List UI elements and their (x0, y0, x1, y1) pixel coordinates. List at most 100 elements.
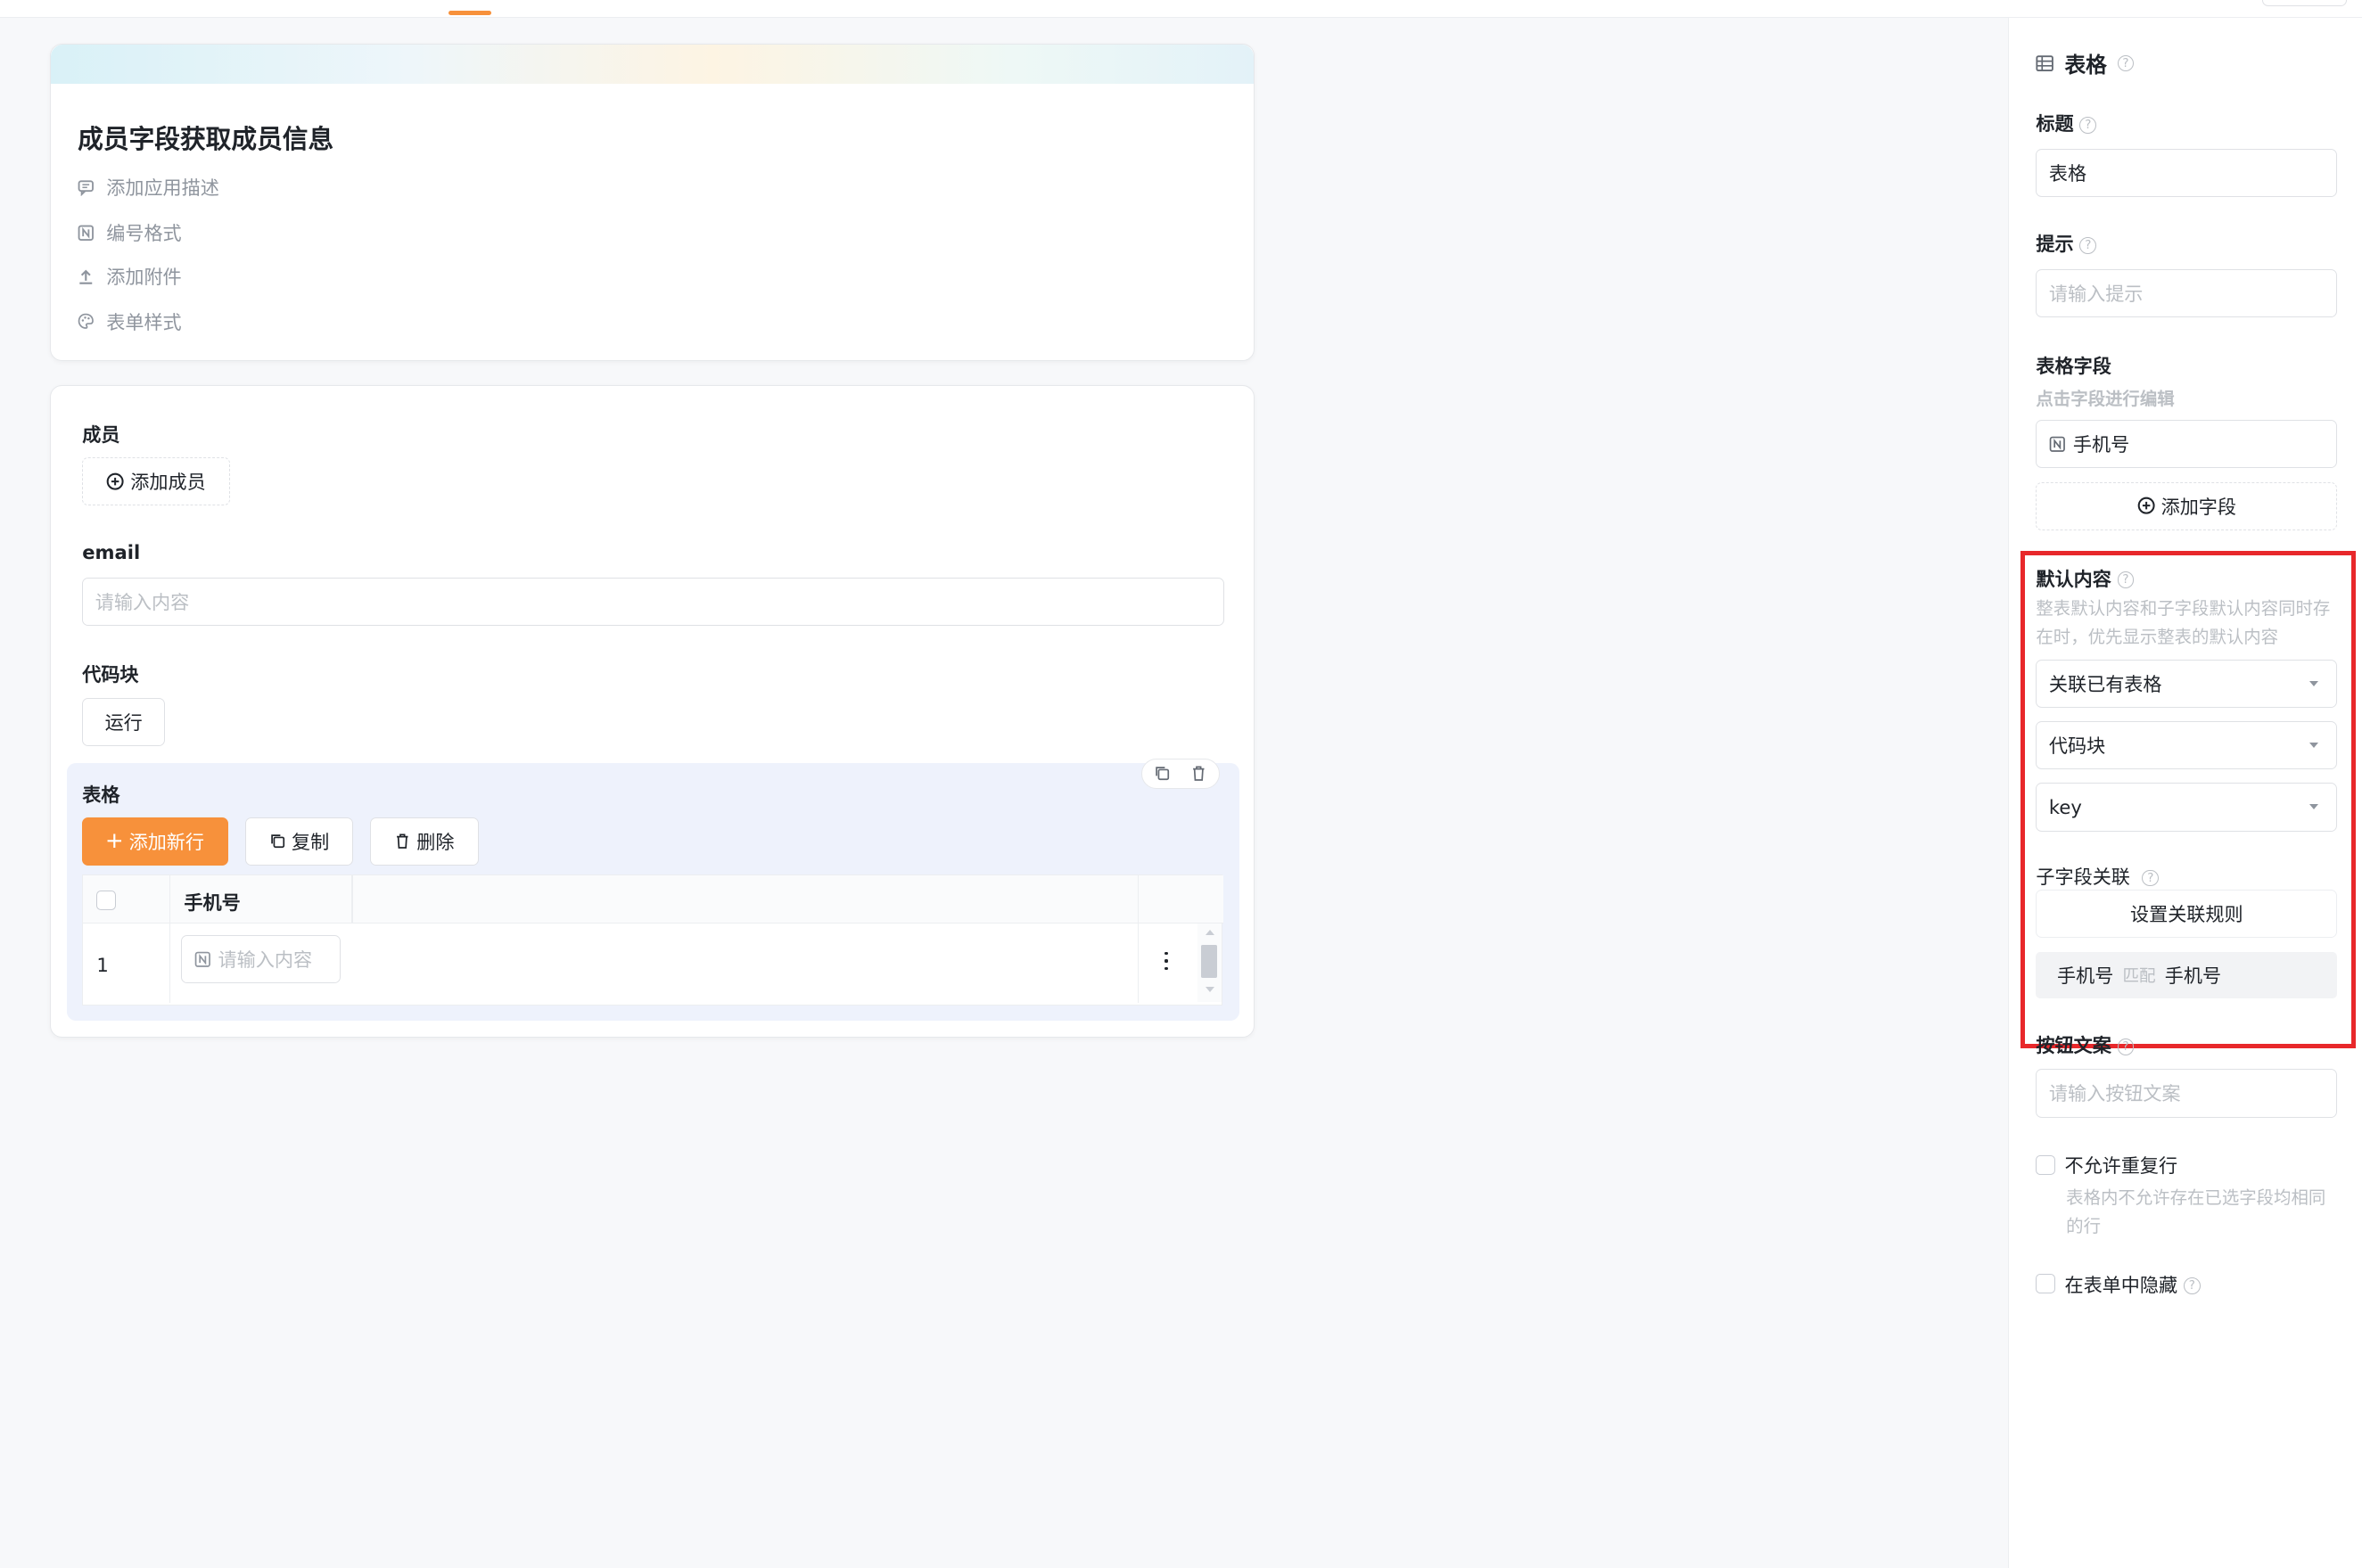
add-field-button[interactable]: 添加字段 (2036, 481, 2338, 530)
copy-rows-button[interactable]: 复制 (244, 817, 354, 866)
email-input[interactable]: 请输入内容 (82, 578, 1224, 627)
top-right-button[interactable] (2262, 0, 2348, 6)
hide-in-form-label[interactable]: 在表单中隐藏? (2064, 1271, 2201, 1298)
plus-icon (107, 833, 122, 849)
chevron-down-icon (2309, 804, 2318, 809)
column-divider (350, 874, 353, 924)
title-label-text: 标题 (2036, 112, 2074, 135)
help-icon[interactable]: ? (2117, 1038, 2135, 1055)
numbering-format-link[interactable]: 编号格式 (78, 219, 182, 246)
run-button[interactable]: 运行 (82, 698, 166, 747)
title-input[interactable]: 表格 (2036, 149, 2338, 198)
help-icon[interactable]: ? (2117, 571, 2135, 588)
trash-icon (397, 833, 408, 850)
add-member-label: 添加成员 (130, 470, 206, 493)
form-style-link[interactable]: 表单样式 (78, 308, 182, 335)
numbering-icon (194, 951, 210, 967)
member-field-label: 成员 (82, 423, 120, 447)
table-field-section[interactable]: 表格 添加新行 复制 删除 手机号 1 请输入内容 (67, 758, 1239, 1021)
match-source-field: 手机号 (2057, 964, 2114, 987)
active-tab-indicator (449, 10, 491, 15)
source-type-select[interactable]: 关联已有表格 (2036, 659, 2338, 708)
add-field-label: 添加字段 (2160, 495, 2237, 518)
add-description-label: 添加应用描述 (106, 177, 219, 200)
form-fields-card: 成员 添加成员 email 请输入内容 代码块 运行 表格 添加新行 复制 删除 (49, 385, 1255, 1038)
source-key-value: key (2048, 795, 2082, 818)
table-grid: 手机号 1 请输入内容 (82, 874, 1224, 1006)
comment-icon (78, 180, 95, 196)
scroll-up-icon[interactable] (1205, 930, 1214, 935)
help-icon[interactable]: ? (2142, 869, 2160, 887)
button-text-label: 按钮文案? (2036, 1031, 2135, 1058)
copy-rows-label: 复制 (292, 830, 330, 853)
plus-circle-icon (2137, 497, 2155, 515)
email-field-label: email (82, 541, 141, 564)
form-header-card: 成员字段获取成员信息 添加应用描述 编号格式 添加附件 表单样式 (49, 43, 1255, 362)
field-actions (1140, 758, 1220, 789)
table-scrollbar[interactable] (1197, 923, 1222, 1002)
upload-icon (79, 269, 93, 284)
trash-icon[interactable] (1190, 765, 1207, 782)
top-bar (0, 0, 2362, 19)
hide-in-form-checkbox[interactable] (2036, 1274, 2056, 1294)
panel-header: 表格 ? (2036, 48, 2135, 78)
copy-icon[interactable] (1154, 765, 1171, 782)
help-icon[interactable]: ? (2117, 54, 2135, 72)
numbering-icon (78, 225, 95, 241)
add-description-link[interactable]: 添加应用描述 (78, 174, 219, 201)
hint-label-text: 提示 (2036, 233, 2074, 256)
numbering-format-label: 编号格式 (106, 221, 182, 244)
scroll-down-icon[interactable] (1205, 986, 1214, 992)
table-icon (2036, 55, 2054, 71)
no-duplicate-checkbox[interactable] (2036, 1154, 2056, 1175)
row-more-icon[interactable] (1156, 949, 1177, 973)
plus-circle-icon (106, 472, 124, 490)
hide-in-form-text: 在表单中隐藏 (2064, 1273, 2178, 1296)
table-fields-label: 表格字段 (2036, 355, 2111, 378)
hint-label: 提示? (2036, 230, 2097, 257)
scroll-thumb[interactable] (1200, 944, 1218, 978)
add-member-button[interactable]: 添加成员 (82, 456, 230, 505)
source-field-select[interactable]: 代码块 (2036, 721, 2338, 770)
chevron-down-icon (2309, 680, 2318, 686)
table-field-item-label: 手机号 (2072, 433, 2130, 456)
help-icon[interactable]: ? (2183, 1277, 2201, 1295)
column-header-phone: 手机号 (184, 891, 241, 915)
title-label: 标题? (2036, 110, 2097, 136)
row-index: 1 (96, 953, 109, 976)
default-content-label-text: 默认内容 (2036, 567, 2111, 590)
default-content-description: 整表默认内容和子字段默认内容同时存 在时，优先显示整表的默认内容 (2036, 595, 2344, 652)
chevron-down-icon (2309, 742, 2318, 748)
table-field-label: 表格 (82, 784, 120, 807)
delete-rows-button[interactable]: 删除 (369, 817, 479, 866)
help-icon[interactable]: ? (2079, 116, 2097, 134)
table-header-row: 手机号 (83, 874, 1224, 1004)
form-title[interactable]: 成员字段获取成员信息 (78, 119, 333, 156)
phone-cell-input[interactable]: 请输入内容 (181, 935, 342, 984)
default-content-label: 默认内容? (2036, 565, 2135, 592)
add-attachment-link[interactable]: 添加附件 (78, 263, 182, 290)
source-key-select[interactable]: key (2036, 783, 2338, 832)
panel-header-title: 表格 (2064, 53, 2107, 78)
add-attachment-label: 添加附件 (106, 265, 182, 288)
hint-input[interactable]: 请输入提示 (2036, 269, 2338, 318)
add-row-button[interactable]: 添加新行 (82, 817, 229, 866)
no-duplicate-description: 表格内不允许存在已选字段均相同 的行 (2066, 1184, 2345, 1241)
no-duplicate-label[interactable]: 不允许重复行 (2064, 1152, 2177, 1178)
help-icon[interactable]: ? (2079, 237, 2097, 254)
form-style-label: 表单样式 (106, 310, 182, 333)
no-duplicate-desc-line: 表格内不允许存在已选字段均相同 (2066, 1186, 2326, 1208)
copy-icon (270, 834, 284, 849)
sub-field-link-label: 子字段关联? (2036, 863, 2160, 890)
default-content-desc-line: 在时，优先显示整表的默认内容 (2036, 627, 2279, 648)
button-text-label-text: 按钮文案 (2036, 1034, 2111, 1057)
add-row-label: 添加新行 (128, 830, 205, 853)
select-all-checkbox[interactable] (96, 890, 117, 910)
table-field-item-phone[interactable]: 手机号 (2036, 420, 2338, 469)
set-link-rule-button[interactable]: 设置关联规则 (2036, 890, 2338, 939)
button-text-input[interactable]: 请输入按钮文案 (2036, 1069, 2338, 1118)
phone-cell-placeholder: 请输入内容 (218, 948, 313, 972)
table-row: 1 请输入内容 (83, 924, 1197, 1002)
palette-icon (78, 314, 95, 330)
code-block-label: 代码块 (82, 662, 139, 685)
